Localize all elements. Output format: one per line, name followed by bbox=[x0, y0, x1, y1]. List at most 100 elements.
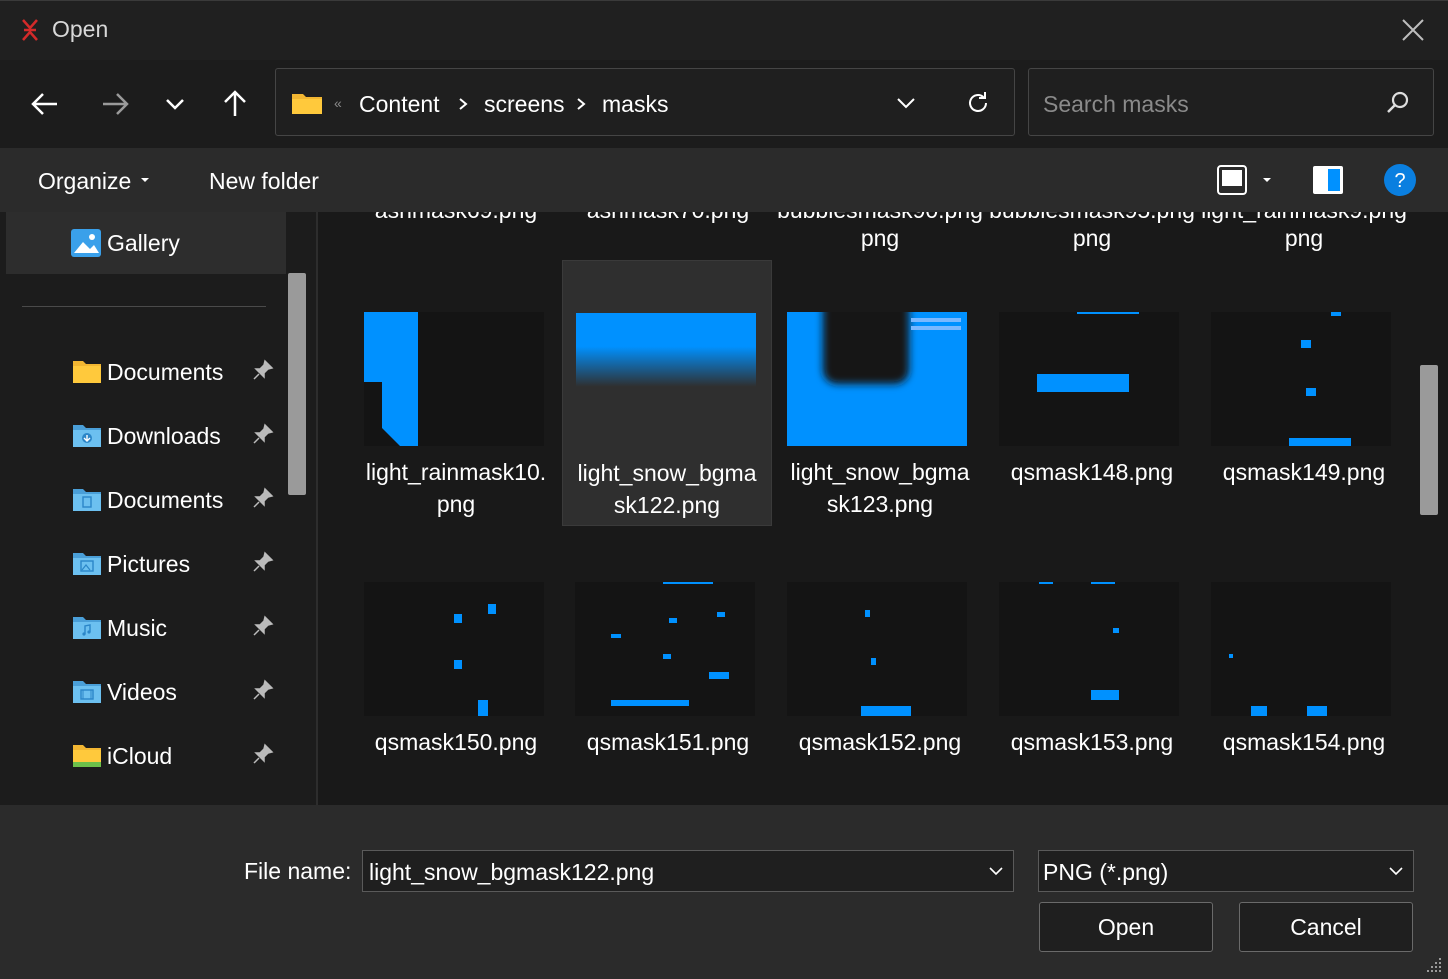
cancel-button[interactable]: Cancel bbox=[1239, 902, 1413, 952]
search-box[interactable] bbox=[1028, 68, 1434, 136]
file-tile[interactable]: light_rainmask10. png bbox=[352, 260, 560, 524]
organize-label: Organize bbox=[38, 168, 132, 194]
pin-icon[interactable] bbox=[252, 743, 274, 765]
sidebar-item-icloud[interactable]: iCloud bbox=[2, 725, 282, 787]
recent-locations-button[interactable] bbox=[153, 82, 197, 126]
organize-button[interactable]: Organize bbox=[28, 156, 158, 204]
sidebar-item-label: Documents bbox=[107, 359, 224, 385]
help-button[interactable]: ? bbox=[1382, 162, 1418, 198]
address-history-chevron-icon[interactable] bbox=[894, 93, 918, 113]
sidebar-item-downloads[interactable]: Downloads bbox=[2, 405, 282, 467]
file-label: qsmask149.png bbox=[1222, 459, 1386, 485]
sidebar-item-gallery[interactable]: Gallery bbox=[6, 212, 286, 274]
file-tile[interactable]: qsmask149.png bbox=[1200, 260, 1408, 524]
preview-pane-icon bbox=[1313, 166, 1343, 194]
file-tile-selected[interactable]: light_snow_bgma sk122.png bbox=[562, 260, 772, 526]
back-button[interactable] bbox=[23, 82, 67, 126]
pin-icon[interactable] bbox=[252, 551, 274, 573]
file-type-select[interactable]: PNG (*.png) bbox=[1038, 850, 1414, 892]
new-folder-button[interactable]: New folder bbox=[200, 156, 340, 204]
preview-pane-button[interactable] bbox=[1308, 160, 1348, 200]
file-thumbnail bbox=[787, 292, 967, 446]
sidebar-item-label: Videos bbox=[107, 679, 177, 705]
file-thumbnail bbox=[576, 313, 756, 447]
file-label[interactable]: ashmask70.png bbox=[564, 212, 772, 226]
file-tile[interactable]: qsmask148.png bbox=[988, 260, 1196, 524]
videos-folder-icon bbox=[73, 681, 101, 703]
breadcrumb-screens[interactable]: screens bbox=[484, 91, 565, 118]
file-thumbnail bbox=[364, 312, 544, 446]
sidebar-item-documents-2[interactable]: Documents bbox=[2, 469, 282, 531]
search-input[interactable] bbox=[1041, 87, 1375, 121]
file-name-label: File name: bbox=[244, 858, 352, 884]
file-tile[interactable]: qsmask154.png bbox=[1200, 532, 1408, 762]
pin-icon[interactable] bbox=[252, 679, 274, 701]
breadcrumb-masks[interactable]: masks bbox=[602, 91, 668, 118]
sidebar-divider bbox=[22, 306, 266, 307]
file-label[interactable]: png bbox=[776, 222, 984, 254]
forward-button[interactable] bbox=[93, 82, 137, 126]
file-label: qsmask151.png bbox=[586, 729, 750, 755]
file-tile[interactable]: qsmask153.png bbox=[988, 532, 1196, 762]
sidebar-scrollbar-thumb[interactable] bbox=[288, 273, 306, 495]
file-name-combobox[interactable] bbox=[362, 850, 1014, 892]
folder-yellow-icon bbox=[73, 361, 101, 383]
open-button[interactable]: Open bbox=[1039, 902, 1213, 952]
chevron-down-icon[interactable] bbox=[987, 863, 1005, 879]
pin-icon[interactable] bbox=[252, 359, 274, 381]
file-label: sk122.png bbox=[613, 492, 721, 518]
breadcrumb-content[interactable]: Content bbox=[359, 91, 440, 118]
file-label: qsmask152.png bbox=[798, 729, 962, 755]
pin-icon[interactable] bbox=[252, 615, 274, 637]
music-folder-icon bbox=[73, 617, 101, 639]
file-thumbnail bbox=[575, 582, 755, 716]
icloud-folder-icon bbox=[73, 745, 101, 767]
file-tile[interactable]: qsmask150.png bbox=[352, 532, 560, 762]
file-thumbnail bbox=[999, 582, 1179, 716]
search-icon[interactable] bbox=[1384, 89, 1412, 117]
documents-folder-icon bbox=[73, 489, 101, 511]
sidebar-item-pictures[interactable]: Pictures bbox=[2, 533, 282, 595]
file-thumbnail bbox=[1211, 582, 1391, 716]
file-label: qsmask148.png bbox=[1010, 459, 1174, 485]
file-label[interactable]: png bbox=[1200, 222, 1408, 254]
resize-grip-icon[interactable] bbox=[1424, 955, 1444, 975]
file-tile[interactable]: qsmask152.png bbox=[776, 532, 984, 762]
file-thumbnail bbox=[999, 312, 1179, 446]
breadcrumb-overflow[interactable]: « bbox=[334, 95, 342, 111]
address-bar[interactable]: « Content screens masks bbox=[275, 68, 1015, 136]
file-type-value: PNG (*.png) bbox=[1043, 859, 1169, 885]
file-label: sk123.png bbox=[826, 491, 934, 517]
file-label[interactable]: ashmask69.png bbox=[352, 212, 560, 226]
pictures-folder-icon bbox=[73, 553, 101, 575]
downloads-folder-icon bbox=[73, 425, 101, 447]
file-label: light_snow_bgma bbox=[790, 459, 970, 485]
file-list-scrollbar-thumb[interactable] bbox=[1420, 365, 1438, 515]
file-tile[interactable]: qsmask151.png bbox=[564, 532, 772, 762]
pin-icon[interactable] bbox=[252, 423, 274, 445]
file-tile[interactable]: light_snow_bgma sk123.png bbox=[776, 260, 984, 524]
pin-icon[interactable] bbox=[252, 487, 274, 509]
close-button[interactable] bbox=[1392, 12, 1434, 48]
navigation-pane: Gallery Documents Downloads Documents Pi… bbox=[2, 212, 316, 805]
close-icon bbox=[1402, 19, 1424, 41]
file-label: qsmask153.png bbox=[1010, 729, 1174, 755]
refresh-icon[interactable] bbox=[964, 89, 992, 117]
back-arrow-icon bbox=[31, 93, 57, 115]
file-name-input[interactable] bbox=[367, 855, 971, 889]
caret-down-icon bbox=[1263, 178, 1271, 182]
up-button[interactable] bbox=[213, 82, 257, 126]
view-options-button[interactable] bbox=[1212, 160, 1282, 200]
breadcrumb-separator-icon bbox=[577, 98, 586, 110]
view-icon bbox=[1217, 165, 1247, 195]
sidebar-item-documents[interactable]: Documents bbox=[2, 341, 282, 403]
sidebar-item-videos[interactable]: Videos bbox=[2, 661, 282, 723]
sidebar-item-label: Music bbox=[107, 615, 168, 641]
forward-arrow-icon bbox=[103, 93, 129, 115]
window-title: Open bbox=[52, 16, 109, 42]
file-thumbnail bbox=[364, 582, 544, 716]
sidebar-item-music[interactable]: Music bbox=[2, 597, 282, 659]
file-label[interactable]: png bbox=[988, 222, 1196, 254]
sidebar-item-label: Documents bbox=[107, 487, 224, 513]
file-thumbnail bbox=[1211, 312, 1391, 446]
